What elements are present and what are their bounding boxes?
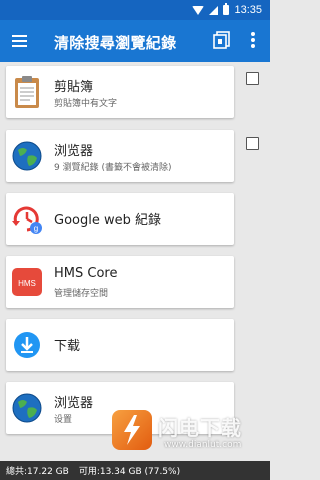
clipboard-checkbox[interactable] — [246, 72, 259, 85]
menu-icon[interactable] — [10, 31, 30, 51]
download-icon — [10, 327, 44, 363]
item-title: Google web 紀錄 — [54, 213, 161, 228]
google-history-icon: g — [10, 201, 44, 237]
storage-footer: 總共:17.22 GB 可用:13.34 GB (77.5%) — [0, 461, 270, 480]
signal-icon — [209, 5, 219, 15]
globe-icon — [10, 390, 44, 426]
list-item-hms-core[interactable]: HMS HMS Core 管理儲存空間 — [6, 256, 234, 308]
app-bar: 清除搜尋瀏覽紀錄 — [0, 20, 270, 62]
item-title: 剪貼簿 — [54, 80, 94, 95]
status-bar: 13:35 — [0, 0, 270, 20]
watermark: 闪电下载 www.dianlut.com — [108, 408, 268, 460]
more-options-icon[interactable] — [243, 30, 263, 50]
lightning-logo-icon — [112, 410, 152, 450]
svg-text:g: g — [34, 224, 38, 233]
history-list-icon[interactable] — [212, 30, 232, 50]
item-title: 浏览器 — [54, 396, 94, 411]
browser-checkbox[interactable] — [246, 137, 259, 150]
list-item-browser[interactable]: 浏览器 9 瀏覽紀錄 (書籤不會被清除) — [6, 130, 234, 182]
item-subtitle: 剪貼簿中有文字 — [54, 99, 118, 109]
item-title: 下载 — [54, 339, 81, 354]
storage-available: 可用:13.34 GB (77.5%) — [78, 467, 181, 477]
watermark-url: www.dianlut.com — [164, 440, 242, 450]
item-title: 浏览器 — [54, 144, 94, 159]
battery-icon — [223, 3, 230, 15]
item-subtitle: 设置 — [54, 415, 73, 425]
list-item-downloads[interactable]: 下载 — [6, 319, 234, 371]
clipboard-icon — [10, 74, 44, 110]
hms-core-icon: HMS — [10, 264, 44, 300]
item-subtitle: 9 瀏覽紀錄 (書籤不會被清除) — [54, 163, 172, 173]
status-time: 13:35 — [234, 4, 262, 16]
storage-total: 總共:17.22 GB — [6, 467, 69, 477]
list-item-google-web-history[interactable]: g Google web 紀錄 — [6, 193, 234, 245]
globe-icon — [10, 138, 44, 174]
item-subtitle: 管理儲存空間 — [54, 289, 109, 299]
page-title: 清除搜尋瀏覽紀錄 — [54, 34, 177, 52]
watermark-title: 闪电下载 — [158, 416, 242, 440]
item-title: HMS Core — [54, 266, 118, 281]
svg-text:HMS: HMS — [18, 279, 36, 288]
wifi-icon — [192, 5, 205, 15]
list-item-clipboard[interactable]: 剪貼簿 剪貼簿中有文字 — [6, 66, 234, 118]
